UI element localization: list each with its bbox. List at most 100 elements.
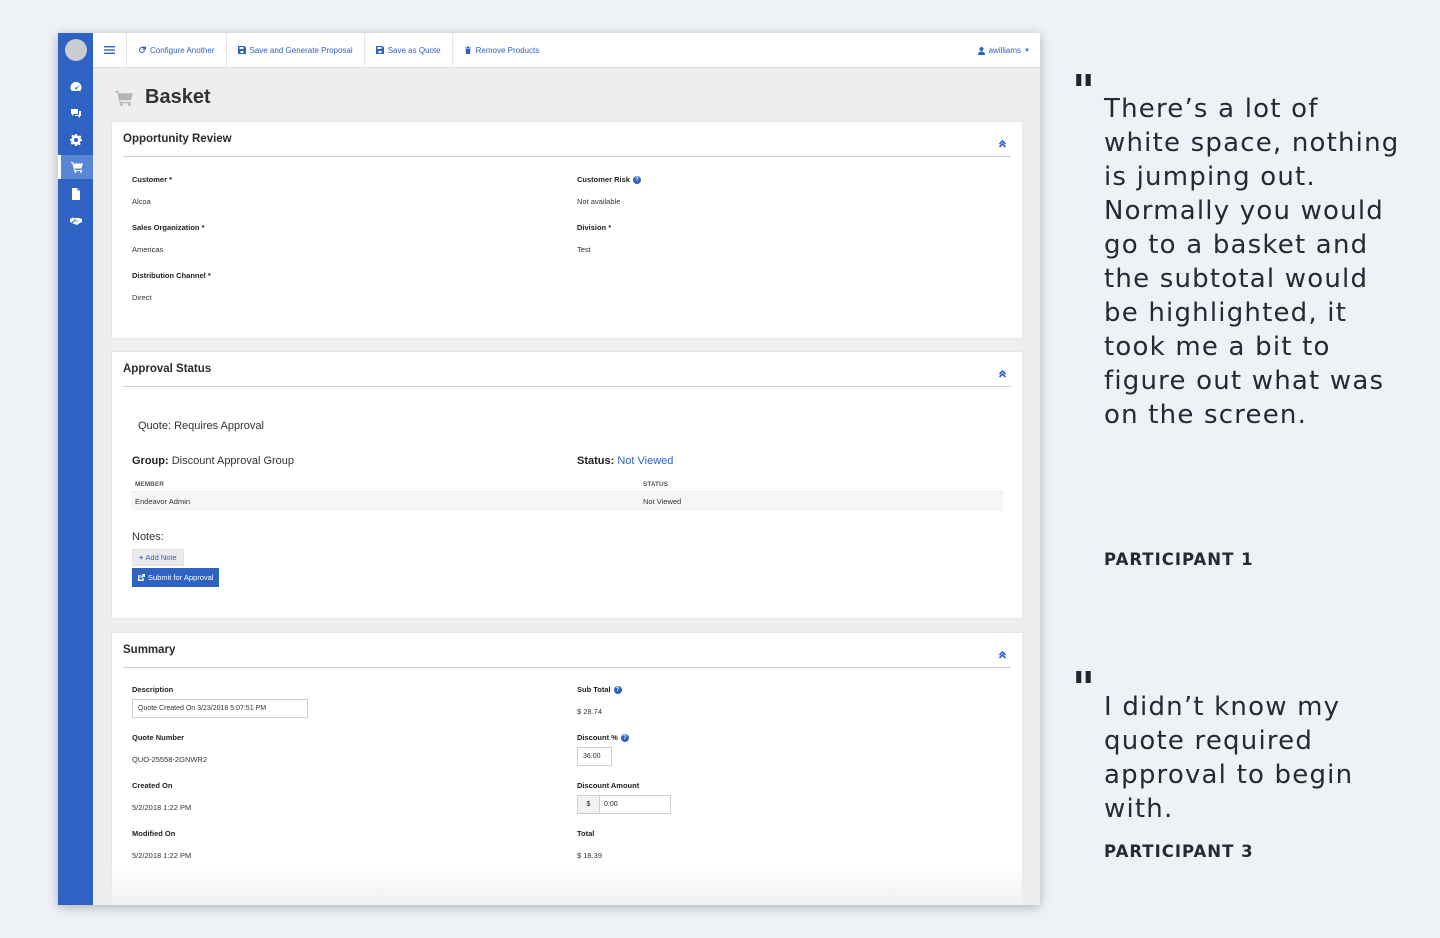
sales-organization-field: Sales Organization * Americas bbox=[132, 223, 205, 254]
discount-amount-input-group: $ 0.00 bbox=[577, 795, 671, 814]
discount-percent-field: Discount %? 36.00 bbox=[577, 733, 629, 766]
configure-another-label: Configure Another bbox=[150, 45, 215, 55]
dashboard-icon bbox=[70, 82, 81, 91]
handshake-icon bbox=[69, 217, 82, 225]
save-icon bbox=[375, 46, 384, 54]
submit-for-approval-button[interactable]: Submit for Approval bbox=[132, 568, 220, 587]
group-value: Discount Approval Group bbox=[171, 455, 295, 467]
discount-percent-input[interactable]: 36.00 bbox=[577, 747, 612, 766]
sales-organization-value: Americas bbox=[132, 245, 164, 254]
sidebar-item-deals[interactable] bbox=[58, 209, 93, 233]
quote-2-attribution: PARTICIPANT 3 bbox=[1104, 842, 1254, 861]
total-value: $ 18.39 bbox=[577, 851, 603, 860]
quote-2-text: I didn’t know my quote required approval… bbox=[1104, 692, 1354, 824]
status-cell: Not Viewed bbox=[643, 497, 682, 506]
approval-members-table: MEMBER STATUS Endeavor Admin Not Viewed bbox=[131, 478, 1003, 511]
group-label: Group: bbox=[132, 455, 169, 467]
help-icon[interactable]: ? bbox=[632, 175, 641, 184]
member-cell: Endeavor Admin bbox=[135, 497, 191, 506]
sidebar-item-basket[interactable] bbox=[58, 155, 93, 179]
notes-label: Notes: bbox=[132, 531, 164, 543]
help-icon[interactable]: ? bbox=[620, 733, 629, 742]
summary-header: Summary bbox=[123, 633, 1011, 668]
table-row: Endeavor Admin Not Viewed bbox=[131, 492, 1003, 511]
collapse-chevron-icon[interactable] bbox=[998, 135, 1007, 148]
status-label: Status: bbox=[577, 455, 615, 467]
remove-products-button[interactable]: Remove Products bbox=[453, 33, 551, 68]
description-input[interactable]: Quote Created On 3/23/2018 5:07:51 PM bbox=[132, 699, 308, 718]
hamburger-menu-button[interactable] bbox=[93, 33, 127, 68]
customer-risk-label: Customer Risk? bbox=[577, 175, 641, 184]
subtotal-label: Sub Total? bbox=[577, 685, 622, 694]
help-icon[interactable]: ? bbox=[613, 685, 622, 694]
submit-for-approval-label: Submit for Approval bbox=[148, 573, 214, 582]
cart-icon bbox=[71, 162, 83, 173]
save-as-quote-label: Save as Quote bbox=[387, 45, 441, 55]
panel-title: Opportunity Review bbox=[123, 133, 232, 145]
cart-icon bbox=[115, 90, 133, 106]
quote-mark-icon: " bbox=[1072, 663, 1095, 714]
remove-products-label: Remove Products bbox=[475, 45, 540, 55]
created-on-value: 5/2/2018 1:22 PM bbox=[132, 803, 192, 812]
user-menu[interactable]: awilliams ▼ bbox=[977, 33, 1030, 68]
column-header-member: MEMBER bbox=[135, 481, 164, 488]
distribution-channel-value: Direct bbox=[132, 293, 152, 302]
save-as-quote-button[interactable]: Save as Quote bbox=[365, 33, 453, 68]
subtotal-field: Sub Total? $ 28.74 bbox=[577, 685, 622, 716]
save-generate-proposal-button[interactable]: Save and Generate Proposal bbox=[227, 33, 365, 68]
plus-icon: + bbox=[139, 553, 144, 562]
sidebar-item-documents[interactable] bbox=[58, 182, 93, 206]
add-note-button[interactable]: + Add Note bbox=[132, 549, 184, 566]
user-icon bbox=[977, 46, 985, 55]
top-toolbar: Configure Another Save and Generate Prop… bbox=[93, 33, 1040, 68]
sales-organization-label: Sales Organization * bbox=[132, 223, 205, 232]
total-field: Total $ 18.39 bbox=[577, 829, 602, 860]
customer-field: Customer * Alcoa bbox=[132, 175, 172, 206]
division-value: Test bbox=[577, 245, 591, 254]
modified-on-label: Modified On bbox=[132, 829, 176, 838]
opportunity-review-header: Opportunity Review bbox=[123, 122, 1011, 157]
sidebar-item-settings[interactable] bbox=[58, 128, 93, 152]
sidebar-item-dashboard[interactable] bbox=[58, 75, 93, 99]
quote-mark-icon: " bbox=[1072, 66, 1095, 117]
division-field: Division * Test bbox=[577, 223, 611, 254]
collapse-chevron-icon[interactable] bbox=[998, 365, 1007, 378]
customer-label: Customer * bbox=[132, 175, 173, 184]
quote-number-label: Quote Number bbox=[132, 733, 185, 742]
quote-approval-requirement: Quote: Requires Approval bbox=[138, 420, 264, 432]
collapse-chevron-icon[interactable] bbox=[998, 646, 1007, 659]
sidebar bbox=[58, 33, 93, 905]
division-label: Division * bbox=[577, 223, 612, 232]
customer-value: Alcoa bbox=[132, 197, 151, 206]
app-window: Configure Another Save and Generate Prop… bbox=[58, 33, 1040, 905]
description-label: Description bbox=[132, 685, 174, 694]
panel-title: Approval Status bbox=[123, 363, 212, 375]
customer-risk-value: Not available bbox=[577, 197, 621, 206]
opportunity-review-panel: Opportunity Review Customer * Alcoa Cust… bbox=[111, 121, 1023, 339]
distribution-channel-label: Distribution Channel * bbox=[132, 271, 211, 280]
external-link-icon bbox=[138, 574, 145, 581]
description-field: Description Quote Created On 3/23/2018 5… bbox=[132, 685, 308, 718]
discount-percent-label: Discount %? bbox=[577, 733, 629, 742]
add-note-label: Add Note bbox=[145, 553, 177, 562]
sidebar-item-chat[interactable] bbox=[58, 101, 93, 125]
modified-on-value: 5/2/2018 1:22 PM bbox=[132, 851, 192, 860]
discount-amount-label: Discount Amount bbox=[577, 781, 640, 790]
avatar[interactable] bbox=[65, 39, 87, 61]
hamburger-icon bbox=[104, 46, 115, 54]
panel-title: Summary bbox=[123, 644, 176, 656]
created-on-field: Created On 5/2/2018 1:22 PM bbox=[132, 781, 191, 812]
created-on-label: Created On bbox=[132, 781, 173, 790]
column-header-status: STATUS bbox=[643, 481, 669, 488]
quote-1-attribution: PARTICIPANT 1 bbox=[1104, 550, 1254, 569]
quote-number-value: QUO-25558-2GNWR2 bbox=[132, 755, 208, 764]
chevron-down-icon: ▼ bbox=[1024, 47, 1030, 54]
discount-amount-input[interactable]: 0.00 bbox=[600, 795, 671, 814]
discount-amount-field: Discount Amount $ 0.00 bbox=[577, 781, 671, 814]
configure-another-button[interactable]: Configure Another bbox=[127, 33, 227, 68]
approval-status-panel: Approval Status Quote: Requires Approval… bbox=[111, 351, 1023, 619]
total-label: Total bbox=[577, 829, 595, 838]
status-value: Not Viewed bbox=[617, 455, 674, 467]
username: awilliams bbox=[988, 46, 1022, 55]
quote-number-field: Quote Number QUO-25558-2GNWR2 bbox=[132, 733, 207, 764]
